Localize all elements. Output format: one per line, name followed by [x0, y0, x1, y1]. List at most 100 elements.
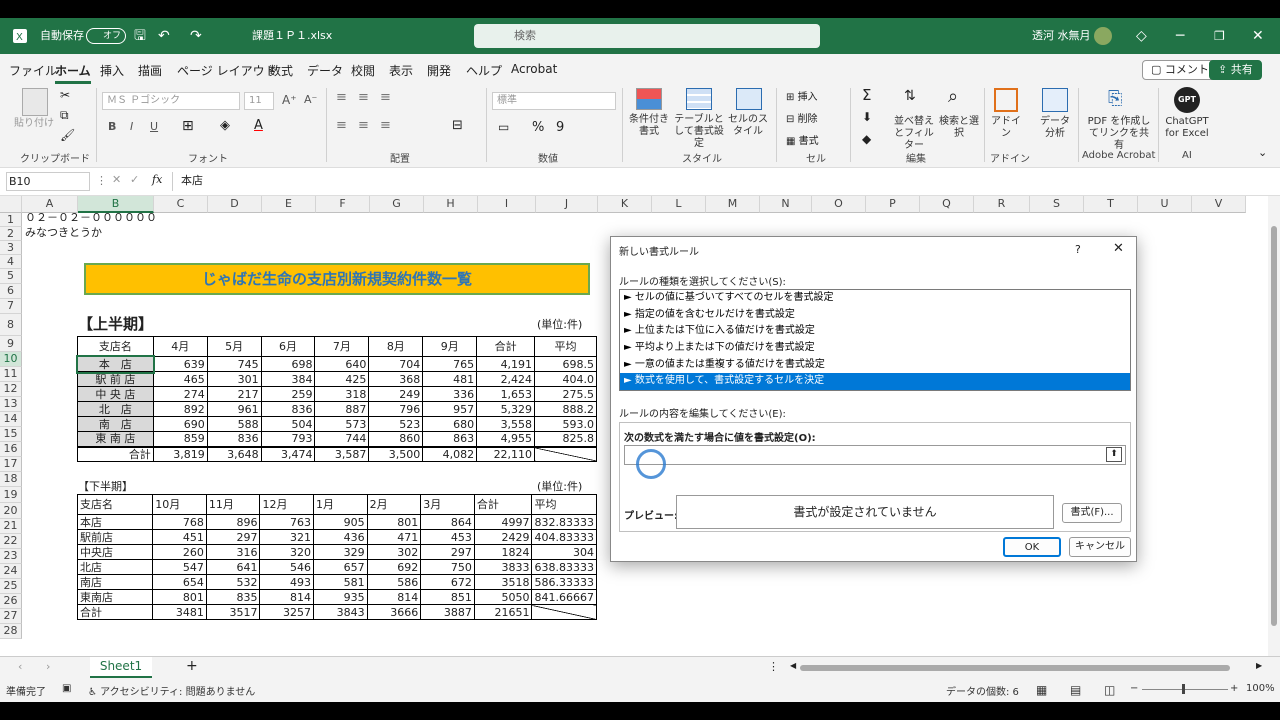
- table-cell[interactable]: 793: [260, 431, 316, 447]
- table-cell[interactable]: 南 店: [77, 416, 154, 432]
- table-cell[interactable]: 493: [259, 574, 315, 590]
- table-cell[interactable]: 640: [314, 356, 370, 372]
- table-cell[interactable]: 638.83333: [531, 559, 597, 575]
- row-header-22[interactable]: 22: [0, 534, 22, 549]
- table-cell[interactable]: 7月: [314, 336, 370, 357]
- scroll-left-icon[interactable]: ◀: [790, 661, 796, 670]
- formula-condition-input[interactable]: [624, 445, 1126, 465]
- table-cell[interactable]: 平均: [531, 494, 597, 515]
- column-header-i[interactable]: I: [478, 196, 536, 213]
- table-cell[interactable]: 本店: [76, 514, 154, 530]
- cell-style-icon[interactable]: [736, 88, 762, 110]
- table-cell[interactable]: 6月: [260, 336, 316, 357]
- row-header-19[interactable]: 19: [0, 487, 22, 503]
- table-cell[interactable]: 3,500: [368, 446, 424, 462]
- underline-icon[interactable]: U: [150, 120, 158, 133]
- table-cell[interactable]: 支店名: [77, 336, 154, 357]
- tab-options-icon[interactable]: ⋮: [768, 660, 779, 673]
- row-header-4[interactable]: 4: [0, 255, 22, 269]
- table-cell[interactable]: 765: [422, 356, 478, 372]
- italic-icon[interactable]: I: [130, 120, 133, 133]
- table-cell[interactable]: 859: [152, 431, 208, 447]
- tab-draw[interactable]: 描画: [138, 62, 162, 79]
- cell-style-button[interactable]: セルのスタイル: [726, 114, 770, 138]
- help-button[interactable]: ?: [1075, 243, 1081, 256]
- table-cell[interactable]: 320: [259, 544, 315, 560]
- table-cell[interactable]: 796: [368, 401, 424, 417]
- table-cell[interactable]: 836: [260, 401, 316, 417]
- close-icon[interactable]: ✕: [1252, 18, 1264, 54]
- table-cell[interactable]: 588: [206, 416, 262, 432]
- table-cell[interactable]: 本 店: [75, 354, 156, 374]
- sheet-banner-title[interactable]: じゃばだ生命の支店別新規契約件数一覧: [84, 263, 590, 295]
- table-cell[interactable]: 641: [205, 559, 261, 575]
- second-half-title[interactable]: 【下半期】: [78, 480, 133, 494]
- tab-acrobat[interactable]: Acrobat: [511, 62, 557, 76]
- chatgpt-button[interactable]: ChatGPT for Excel: [1162, 116, 1212, 140]
- table-cell[interactable]: 801: [366, 514, 422, 530]
- autosave-toggle[interactable]: オフ: [86, 28, 126, 44]
- confirm-edit-icon[interactable]: ✓: [130, 173, 139, 186]
- table-cell[interactable]: 750: [420, 559, 475, 575]
- addins-button[interactable]: アドイン: [990, 116, 1022, 140]
- diamond-icon[interactable]: ◇: [1136, 18, 1147, 54]
- data-analysis-button[interactable]: データ分析: [1036, 116, 1074, 140]
- align-left-icon[interactable]: ≡: [336, 118, 347, 133]
- row-header-10[interactable]: 10: [0, 352, 22, 367]
- first-half-title[interactable]: 【上半期】: [78, 317, 153, 332]
- row-header-15[interactable]: 15: [0, 427, 22, 442]
- column-header-f[interactable]: F: [316, 196, 370, 213]
- pdf-link-icon[interactable]: ⎘: [1108, 88, 1122, 109]
- fill-color-icon[interactable]: ◈: [220, 118, 230, 133]
- table-cell[interactable]: 863: [422, 431, 478, 447]
- tab-help[interactable]: ヘルプ: [466, 62, 502, 79]
- table-cell[interactable]: 3666: [366, 604, 422, 620]
- table-cell[interactable]: 10月: [152, 494, 207, 515]
- maximize-icon[interactable]: ❐: [1214, 18, 1225, 54]
- table-cell[interactable]: 21651: [473, 604, 533, 620]
- decrease-font-icon[interactable]: A⁻: [304, 93, 317, 106]
- conditional-format-button[interactable]: 条件付き書式: [626, 114, 672, 138]
- file-name[interactable]: 課題１Ｐ１.xlsx: [252, 18, 332, 54]
- cancel-button[interactable]: キャンセル: [1069, 537, 1131, 557]
- row-header-2[interactable]: 2: [0, 227, 22, 241]
- row-header-3[interactable]: 3: [0, 241, 22, 255]
- table-cell[interactable]: 東南店: [76, 589, 154, 605]
- row-header-26[interactable]: 26: [0, 594, 22, 609]
- delete-cells-button[interactable]: ⊟ 削除: [786, 110, 818, 125]
- row-header-5[interactable]: 5: [0, 269, 22, 284]
- conditional-format-icon[interactable]: [636, 88, 662, 110]
- table-cell[interactable]: 東 南 店: [77, 431, 154, 447]
- table-cell[interactable]: 22,110: [476, 446, 536, 462]
- table-cell[interactable]: 453: [420, 529, 475, 545]
- column-header-q[interactable]: Q: [920, 196, 974, 213]
- column-header-u[interactable]: U: [1138, 196, 1192, 213]
- table-cell[interactable]: 698.5: [534, 356, 597, 372]
- clear-icon[interactable]: ◆: [862, 132, 871, 146]
- table-format-icon[interactable]: [686, 88, 712, 110]
- accessibility-status[interactable]: ♿ アクセシビリティ: 問題ありません: [88, 683, 255, 698]
- first-half-unit[interactable]: (単位:件): [537, 318, 582, 332]
- cut-icon[interactable]: ✂: [60, 88, 70, 102]
- border-icon[interactable]: ⊞: [182, 118, 194, 134]
- redo-icon[interactable]: ↷: [190, 18, 202, 54]
- align-middle-icon[interactable]: ≡: [358, 90, 369, 105]
- row-header-21[interactable]: 21: [0, 519, 22, 534]
- row-header-14[interactable]: 14: [0, 412, 22, 427]
- table-cell[interactable]: 北 店: [77, 401, 154, 417]
- rule-type-item[interactable]: ► 上位または下位に入る値だけを書式設定: [620, 323, 1130, 340]
- ok-button[interactable]: OK: [1003, 537, 1061, 557]
- table-cell[interactable]: 3518: [473, 574, 533, 590]
- table-cell[interactable]: 451: [152, 529, 207, 545]
- table-cell[interactable]: 471: [366, 529, 422, 545]
- table-cell[interactable]: 中央店: [76, 544, 154, 560]
- row-header-16[interactable]: 16: [0, 442, 22, 457]
- table-format-button[interactable]: テーブルとして書式設定: [670, 114, 728, 150]
- rule-type-list[interactable]: ► セルの値に基づいてすべてのセルを書式設定 ► 指定の値を含むセルだけを書式設…: [619, 289, 1131, 391]
- row-header-25[interactable]: 25: [0, 579, 22, 594]
- tab-review[interactable]: 校閲: [351, 62, 375, 79]
- table-cell[interactable]: 546: [259, 559, 315, 575]
- sheet-tab-sheet1[interactable]: Sheet1: [90, 657, 152, 678]
- minimize-icon[interactable]: ─: [1176, 18, 1184, 54]
- table-cell[interactable]: 321: [259, 529, 315, 545]
